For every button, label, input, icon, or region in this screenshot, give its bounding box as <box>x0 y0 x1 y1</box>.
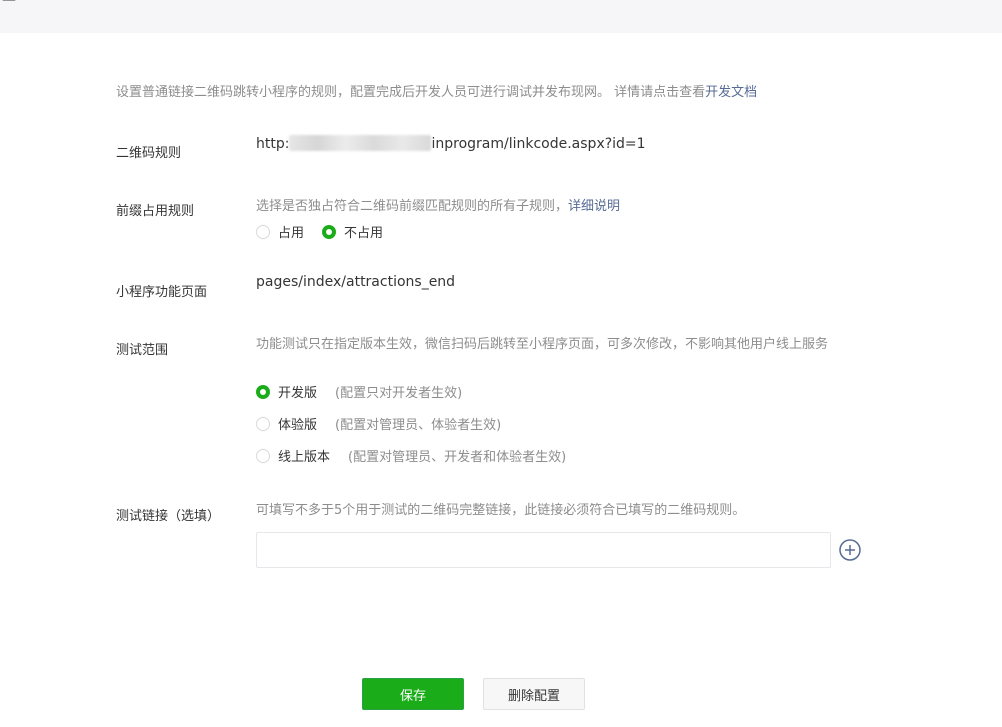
test-scope-label: 测试范围 <box>116 343 169 358</box>
radio-trial-label: 体验版 <box>278 418 318 433</box>
page-value: pages/index/attractions_end <box>256 274 456 290</box>
detail-explain-link[interactable]: 详细说明 <box>568 199 620 214</box>
dev-docs-link[interactable]: 开发文档 <box>705 85 757 100</box>
redacted-domain <box>289 135 432 151</box>
test-link-label: 测试链接（选填） <box>116 509 221 524</box>
test-scope-desc: 功能测试只在指定版本生效，微信扫码后跳转至小程序页面，可多次修改，不影响其他用户… <box>256 337 829 352</box>
prefix-rule-label: 前缀占用规则 <box>116 204 195 219</box>
test-link-desc: 可填写不多于5个用于测试的二维码完整链接，此链接必须符合已填写的二维码规则。 <box>256 503 746 518</box>
qr-rule-label: 二维码规则 <box>116 146 182 161</box>
radio-dev-label: 开发版 <box>278 386 318 401</box>
test-link-input[interactable] <box>256 532 831 568</box>
save-button[interactable]: 保存 <box>362 678 464 710</box>
add-link-icon[interactable] <box>839 539 861 561</box>
intro-description: 设置普通链接二维码跳转小程序的规则，配置完成后开发人员可进行调试并发布现网。 详… <box>116 85 706 100</box>
scope-option-trial: 体验版 (配置对管理员、体验者生效) <box>256 414 519 433</box>
scope-option-online: 线上版本 (配置对管理员、开发者和体验者生效) <box>256 446 584 465</box>
radio-occupy-label: 占用 <box>278 226 305 241</box>
qr-rule-suffix: inprogram/linkcode.aspx?id=1 <box>431 136 646 152</box>
breadcrumb: — · ·· ·· ·· <box>2 0 65 8</box>
radio-not-occupy[interactable]: 不占用 <box>322 222 383 241</box>
radio-online-hint: (配置对管理员、开发者和体验者生效) <box>348 450 567 465</box>
radio-trial-hint: (配置对管理员、体验者生效) <box>335 418 502 433</box>
delete-config-button[interactable]: 删除配置 <box>483 678 585 710</box>
qr-rule-prefix: http: <box>256 136 290 152</box>
top-bar: — · ·· ·· ·· <box>0 0 1002 33</box>
radio-dev-hint: (配置只对开发者生效) <box>335 386 463 401</box>
radio-not-occupy-circle[interactable] <box>322 224 337 239</box>
page-label: 小程序功能页面 <box>116 285 208 300</box>
radio-not-occupy-label: 不占用 <box>344 226 384 241</box>
radio-trial-circle[interactable] <box>256 416 270 431</box>
radio-occupy-circle[interactable] <box>256 224 270 239</box>
radio-online-label: 线上版本 <box>278 450 331 465</box>
radio-trial[interactable]: 体验版 (配置对管理员、体验者生效) <box>256 414 501 433</box>
qr-rule-value: http: inprogram/linkcode.aspx?id=1 <box>256 135 646 152</box>
intro-text: 设置普通链接二维码跳转小程序的规则，配置完成后开发人员可进行调试并发布现网。 详… <box>116 81 757 100</box>
radio-occupy[interactable]: 占用 <box>256 222 304 241</box>
scope-option-dev: 开发版 (配置只对开发者生效) <box>256 382 480 401</box>
radio-dev-circle[interactable] <box>256 384 270 399</box>
radio-online-circle[interactable] <box>256 448 270 463</box>
radio-online[interactable]: 线上版本 (配置对管理员、开发者和体验者生效) <box>256 446 566 465</box>
prefix-rule-desc: 选择是否独占符合二维码前缀匹配规则的所有子规则，详细说明 <box>256 196 620 218</box>
prefix-rule-desc-text: 选择是否独占符合二维码前缀匹配规则的所有子规则， <box>256 199 569 214</box>
radio-dev[interactable]: 开发版 (配置只对开发者生效) <box>256 382 462 401</box>
prefix-rule-options: 占用 不占用 <box>256 222 401 241</box>
